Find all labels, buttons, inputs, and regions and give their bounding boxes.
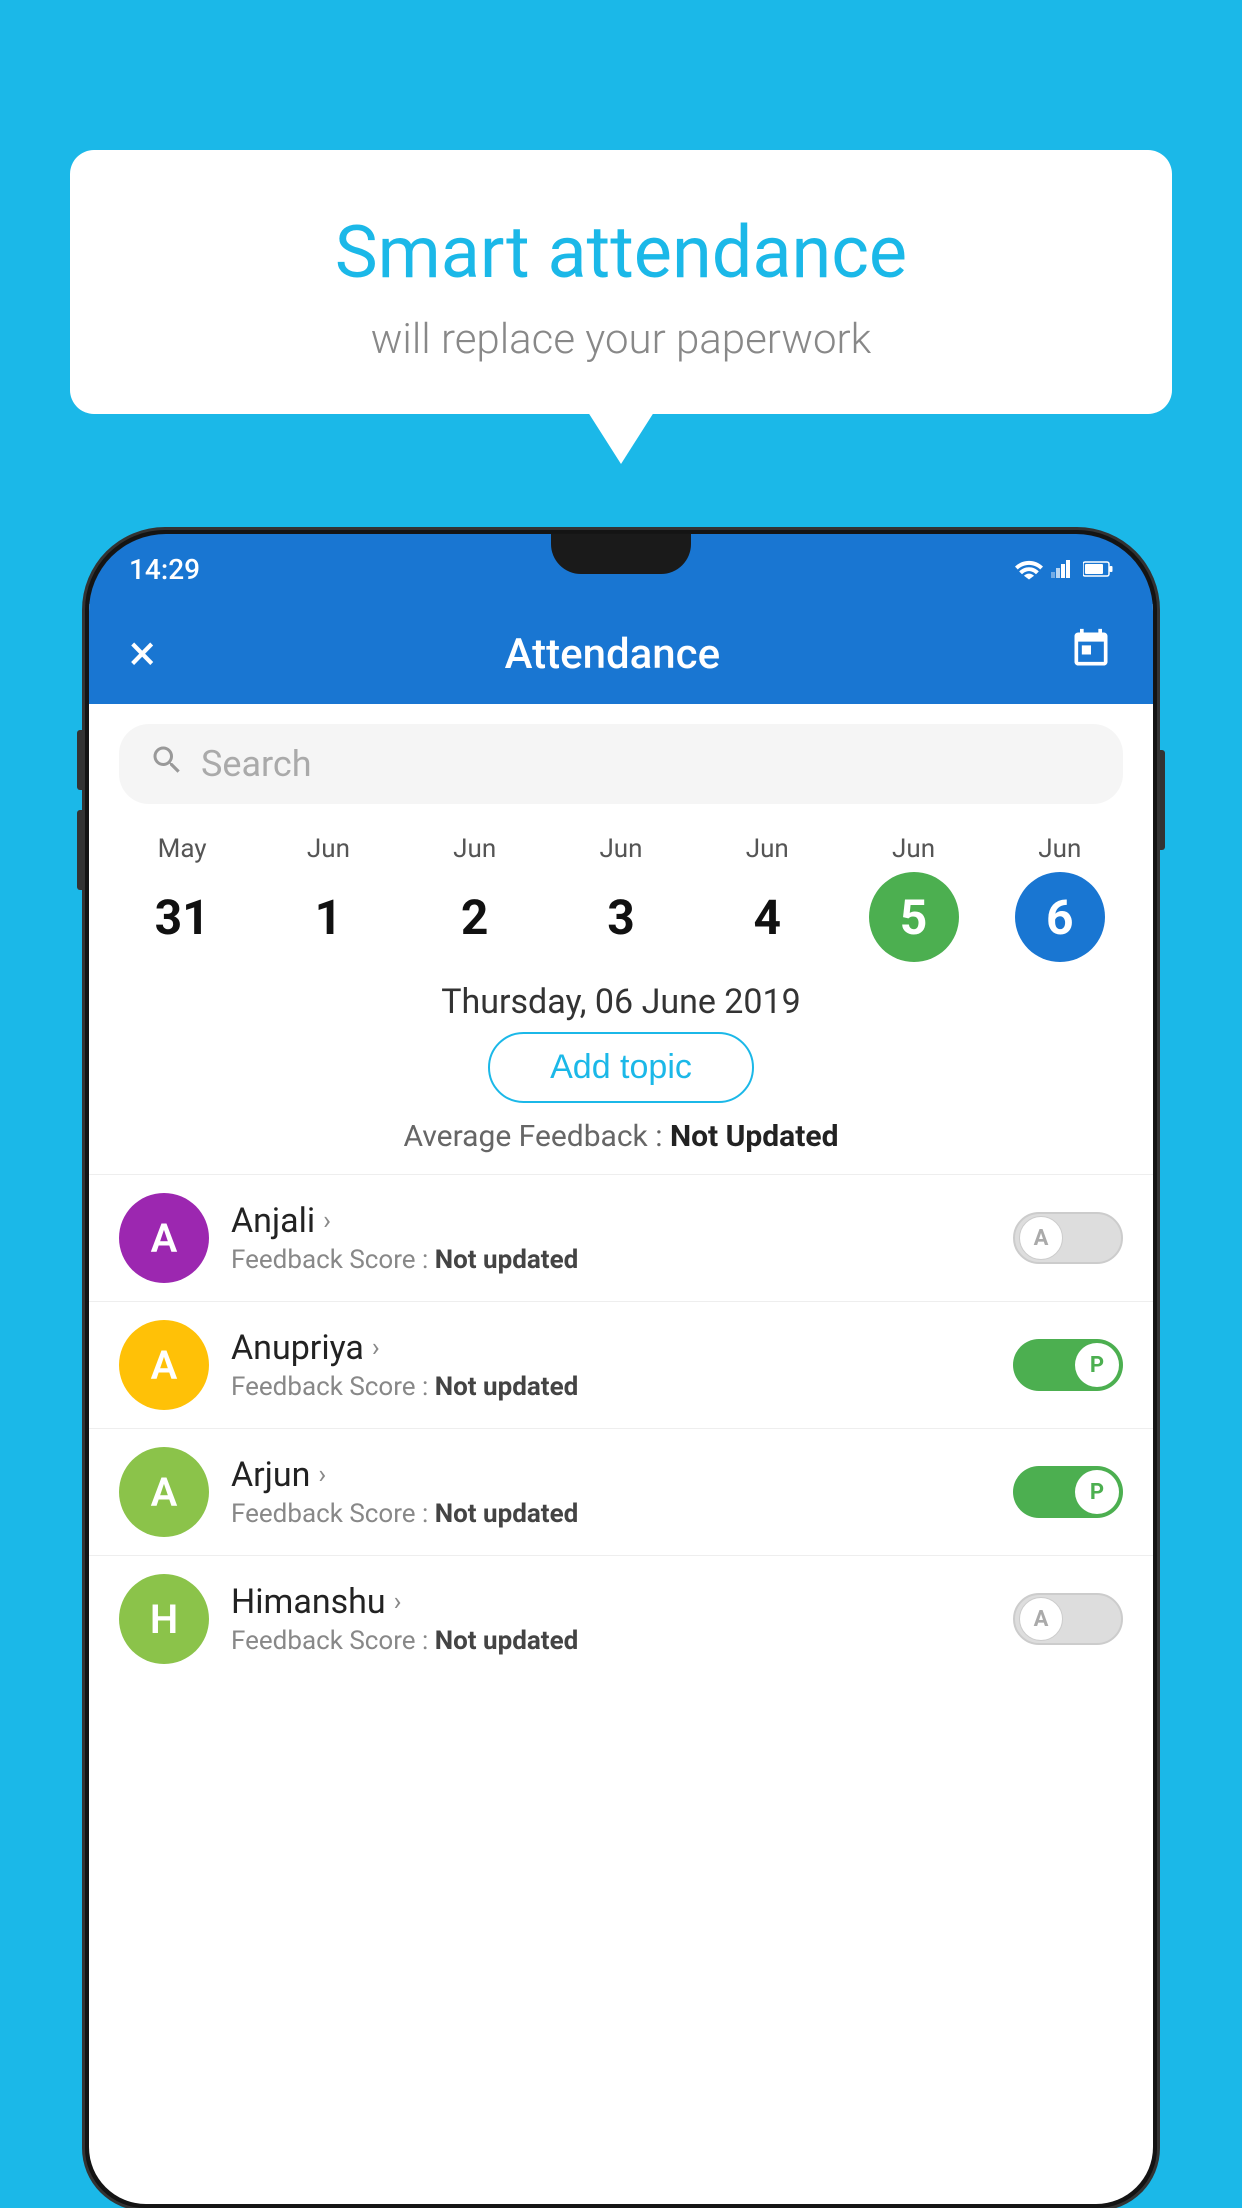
cal-day-num[interactable]: 4	[722, 872, 812, 962]
cal-day-num[interactable]: 3	[576, 872, 666, 962]
cal-month-label: May	[158, 834, 207, 864]
toggle-switch[interactable]: P	[1013, 1339, 1123, 1391]
selected-date: Thursday, 06 June 2019	[89, 982, 1153, 1022]
phone-screen: 14:29	[89, 534, 1153, 2204]
cal-month-label: Jun	[599, 834, 642, 864]
student-feedback: Feedback Score : Not updated	[231, 1626, 991, 1656]
cal-day-num[interactable]: 31	[137, 872, 227, 962]
search-icon	[149, 742, 185, 786]
calendar-day-2[interactable]: Jun 2	[430, 834, 520, 962]
student-row[interactable]: H Himanshu › Feedback Score : Not updated A	[89, 1555, 1153, 1682]
battery-icon	[1083, 560, 1113, 578]
calendar-icon[interactable]	[1069, 627, 1113, 682]
signal-icon	[1051, 558, 1075, 580]
calendar-day-1[interactable]: Jun 1	[283, 834, 373, 962]
calendar-day-3[interactable]: Jun 3	[576, 834, 666, 962]
toggle-thumb: A	[1019, 1597, 1063, 1641]
student-feedback: Feedback Score : Not updated	[231, 1372, 991, 1402]
chevron-icon: ›	[323, 1206, 331, 1236]
student-info: Anjali › Feedback Score : Not updated	[231, 1201, 991, 1275]
add-topic-button[interactable]: Add topic	[488, 1032, 754, 1103]
attendance-toggle[interactable]: A	[1013, 1212, 1123, 1264]
student-avatar: A	[119, 1447, 209, 1537]
app-bar-title: Attendance	[505, 630, 720, 679]
speech-bubble: Smart attendance will replace your paper…	[70, 150, 1172, 414]
toggle-switch[interactable]: A	[1013, 1593, 1123, 1645]
student-info: Himanshu › Feedback Score : Not updated	[231, 1582, 991, 1656]
cal-month-label: Jun	[892, 834, 935, 864]
chevron-icon: ›	[372, 1333, 380, 1363]
calendar-day-4[interactable]: Jun 4	[722, 834, 812, 962]
cal-day-num[interactable]: 1	[283, 872, 373, 962]
average-feedback: Average Feedback : Not Updated	[89, 1119, 1153, 1154]
student-avatar: A	[119, 1193, 209, 1283]
attendance-toggle[interactable]: P	[1013, 1339, 1123, 1391]
student-list: AAnjali ›Feedback Score : Not updatedAAA…	[89, 1174, 1153, 1682]
power-button[interactable]	[1157, 750, 1165, 850]
bubble-title: Smart attendance	[110, 210, 1132, 295]
student-row[interactable]: A Anjali › Feedback Score : Not updated A	[89, 1174, 1153, 1301]
student-name: Anupriya ›	[231, 1328, 991, 1368]
toggle-thumb: A	[1019, 1216, 1063, 1260]
toggle-thumb: P	[1075, 1470, 1119, 1514]
student-info: Anupriya › Feedback Score : Not updated	[231, 1328, 991, 1402]
close-button[interactable]: ×	[129, 625, 156, 683]
search-placeholder: Search	[201, 743, 312, 785]
cal-month-label: Jun	[453, 834, 496, 864]
calendar-day-31[interactable]: May 31	[137, 834, 227, 962]
cal-month-label: Jun	[1038, 834, 1081, 864]
avg-feedback-label: Average Feedback :	[404, 1119, 663, 1154]
student-row[interactable]: A Anupriya › Feedback Score : Not updated P	[89, 1301, 1153, 1428]
toggle-switch[interactable]: P	[1013, 1466, 1123, 1518]
calendar-svg	[1069, 627, 1113, 671]
student-name: Arjun ›	[231, 1455, 991, 1495]
cal-day-num[interactable]: 2	[430, 872, 520, 962]
app-bar: × Attendance	[89, 604, 1153, 704]
screen-content: × Attendance Search May31Jun1Jun2Ju	[89, 604, 1153, 2204]
student-avatar: A	[119, 1320, 209, 1410]
student-feedback: Feedback Score : Not updated	[231, 1245, 991, 1275]
student-feedback: Feedback Score : Not updated	[231, 1499, 991, 1529]
status-time: 14:29	[129, 553, 200, 586]
student-avatar: H	[119, 1574, 209, 1664]
toggle-thumb: P	[1075, 1343, 1119, 1387]
phone-frame: 14:29	[85, 530, 1157, 2208]
student-row[interactable]: A Arjun › Feedback Score : Not updated P	[89, 1428, 1153, 1555]
chevron-icon: ›	[394, 1587, 402, 1617]
calendar-day-6[interactable]: Jun 6	[1015, 834, 1105, 962]
student-name: Anjali ›	[231, 1201, 991, 1241]
cal-day-num[interactable]: 6	[1015, 872, 1105, 962]
chevron-icon: ›	[318, 1460, 326, 1490]
search-svg	[149, 742, 185, 778]
calendar-strip: May 31 Jun 1 Jun 2 Jun 3 Jun 4 Jun 5 Jun 6	[89, 814, 1153, 962]
toggle-switch[interactable]: A	[1013, 1212, 1123, 1264]
cal-day-num[interactable]: 5	[869, 872, 959, 962]
vol-down-button[interactable]	[77, 810, 85, 890]
vol-up-button[interactable]	[77, 730, 85, 790]
status-bar: 14:29	[89, 534, 1153, 604]
calendar-day-5[interactable]: Jun 5	[869, 834, 959, 962]
wifi-icon	[1015, 558, 1043, 580]
student-name: Himanshu ›	[231, 1582, 991, 1622]
search-bar[interactable]: Search	[119, 724, 1123, 804]
attendance-toggle[interactable]: A	[1013, 1593, 1123, 1645]
attendance-toggle[interactable]: P	[1013, 1466, 1123, 1518]
cal-month-label: Jun	[746, 834, 789, 864]
student-info: Arjun › Feedback Score : Not updated	[231, 1455, 991, 1529]
bubble-subtitle: will replace your paperwork	[110, 315, 1132, 364]
avg-feedback-value: Not Updated	[670, 1119, 839, 1154]
status-icons	[1015, 558, 1113, 580]
cal-month-label: Jun	[307, 834, 350, 864]
